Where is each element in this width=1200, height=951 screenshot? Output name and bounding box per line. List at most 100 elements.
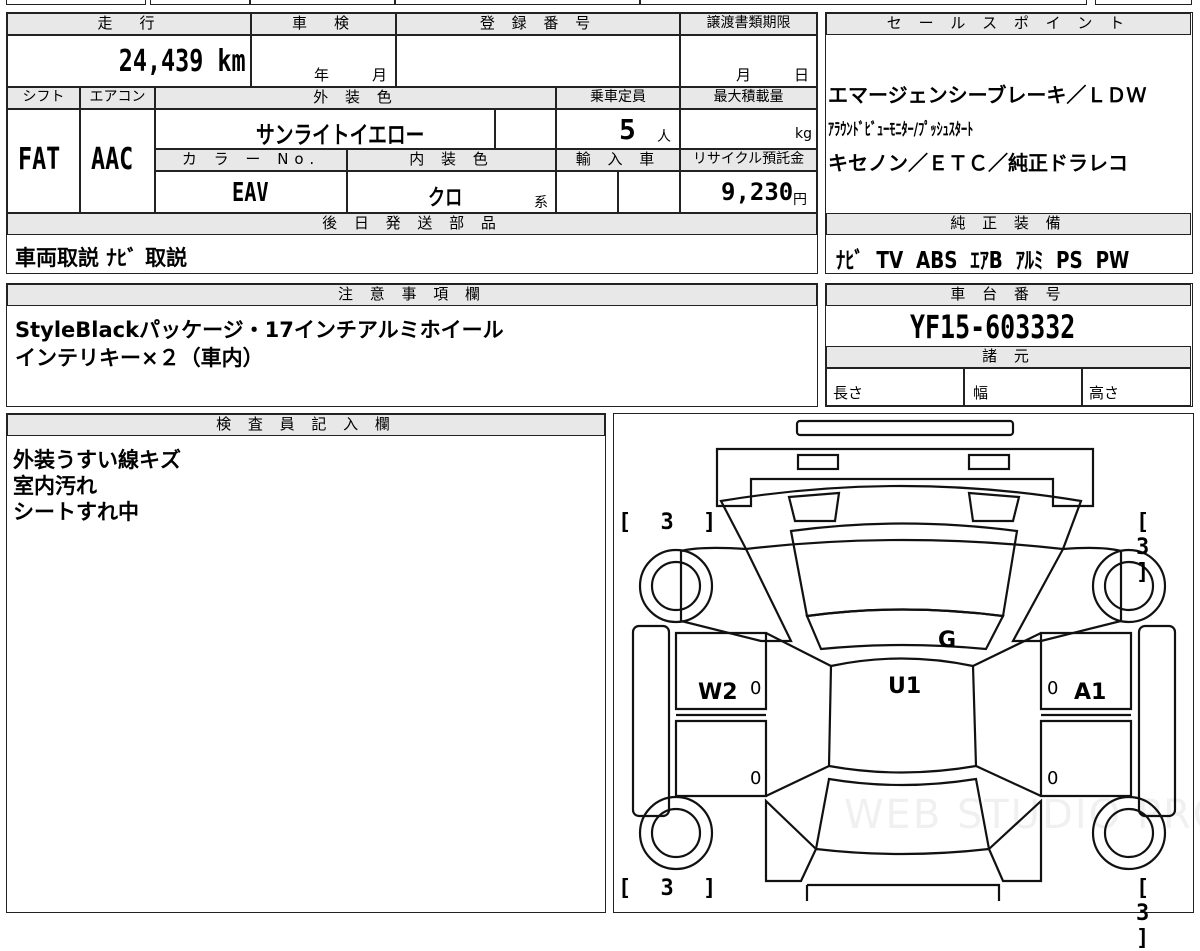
top-partial-cell xyxy=(250,0,395,5)
tire-rear-left: [ 3 ] xyxy=(618,876,725,901)
notes-box: 注 意 事 項 欄 StyleBlackパッケージ・17インチアルミホイール イ… xyxy=(6,283,818,407)
car-diagram-box: [ 3 ] [ 3 ] [ 3 ] [ 3 ] G U1 W2 A1 0 0 0… xyxy=(613,413,1200,951)
spec-height-cell: 高さ xyxy=(1082,368,1191,406)
damage-mark-w2: W2 xyxy=(698,680,738,705)
spec-length-cell: 長さ xyxy=(826,368,964,406)
tire-rear-right: [ 3 ] xyxy=(1136,876,1158,951)
notes-line-1: StyleBlackパッケージ・17インチアルミホイール xyxy=(15,318,504,342)
color-no-value: EAV xyxy=(232,178,269,208)
max-load-header: 最大積載量 xyxy=(680,87,817,109)
interior-color-value: クロ xyxy=(428,186,463,211)
equipment-header: 純 正 装 備 xyxy=(826,213,1191,235)
top-partial-strip xyxy=(0,0,1200,6)
inspection-year-unit: 年 xyxy=(314,66,330,84)
recycle-value: 9,230 xyxy=(721,178,794,206)
later-shipping-text: 車両取説 ﾅﾋﾞ 取説 xyxy=(15,246,188,270)
import-cell-left xyxy=(556,171,618,213)
spec-width-label: 幅 xyxy=(973,384,989,402)
inspection-cell: 年 月 xyxy=(251,35,396,87)
damage-mark-a1: A1 xyxy=(1074,680,1107,705)
sales-point-line-3: キセノン／ＥＴＣ／純正ドラレコ xyxy=(828,151,1128,175)
inspector-header: 検 査 員 記 入 欄 xyxy=(7,414,605,436)
exterior-color-extra-cell xyxy=(495,109,556,149)
spec-length-label: 長さ xyxy=(833,384,864,402)
capacity-header: 乗車定員 xyxy=(556,87,680,109)
sales-points-box: セ ー ル ス ポ イ ン ト エマージェンシーブレーキ／ＬＤＷ ｱﾗｳﾝﾄﾞﾋ… xyxy=(825,12,1193,274)
capacity-cell: 5 人 xyxy=(556,109,680,149)
interior-color-cell: クロ 系 xyxy=(347,171,556,213)
recycle-cell: 9,230 円 xyxy=(680,171,817,213)
equip-tv: TV xyxy=(876,248,904,274)
mileage-cell: 24,439 km xyxy=(7,35,251,87)
sales-point-line-1: エマージェンシーブレーキ／ＬＤＷ xyxy=(828,83,1147,107)
chassis-box: 車 台 番 号 YF15-603332 諸 元 長さ 幅 高さ xyxy=(825,283,1193,407)
equip-alloy: ｱﾙﾐ xyxy=(1015,248,1044,274)
shift-header: シフト xyxy=(7,87,80,109)
shift-cell: FAT xyxy=(7,109,80,213)
sales-points-header: セ ー ル ス ポ イ ン ト xyxy=(826,13,1191,35)
registration-cell xyxy=(396,35,680,87)
aircon-cell: AAC xyxy=(80,109,155,213)
transfer-deadline-cell: 月 日 xyxy=(680,35,817,87)
equip-airbag: ｴｱB xyxy=(970,248,1003,274)
inspector-line-3: シートすれ中 xyxy=(13,500,139,524)
inspection-header: 車 検 xyxy=(251,13,396,35)
inspection-month-unit: 月 xyxy=(372,66,388,84)
interior-color-header: 内 装 色 xyxy=(347,149,556,171)
deadline-day-unit: 日 xyxy=(794,66,810,84)
mileage-value: 24,439 km xyxy=(119,44,246,79)
equip-navi: ﾅﾋﾞ xyxy=(836,248,864,274)
import-cell-right xyxy=(618,171,680,213)
exterior-color-cell: サンライトイエロー xyxy=(155,109,495,149)
top-partial-cell xyxy=(1095,0,1192,5)
specs-header: 諸 元 xyxy=(826,346,1191,368)
top-partial-cell xyxy=(640,0,1087,5)
zero-mark-left-front: 0 xyxy=(750,678,762,699)
zero-mark-left-rear: 0 xyxy=(750,768,762,789)
equipment-list: ﾅﾋﾞ TV ABS ｴｱB ｱﾙﾐ PS PW xyxy=(836,241,1200,275)
spec-height-label: 高さ xyxy=(1089,384,1120,402)
zero-mark-right-rear: 0 xyxy=(1047,768,1059,789)
color-no-header: カ ラ ー No. xyxy=(155,149,347,171)
damage-mark-u1: U1 xyxy=(888,674,922,699)
max-load-cell: kg xyxy=(680,109,817,149)
max-load-unit: kg xyxy=(795,126,812,142)
equipment-items: ﾅﾋﾞ TV ABS ｴｱB ｱﾙﾐ PS PW xyxy=(836,241,1129,275)
equip-ps: PS xyxy=(1056,248,1083,274)
spec-width-cell: 幅 xyxy=(964,368,1082,406)
inspector-box: 検 査 員 記 入 欄 外装うすい線キズ 室内汚れ シートすれ中 xyxy=(6,413,606,913)
aircon-header: エアコン xyxy=(80,87,155,109)
import-header: 輸 入 車 xyxy=(556,149,680,171)
mileage-header: 走 行 xyxy=(7,13,251,35)
deadline-month-unit: 月 xyxy=(736,66,752,84)
tire-front-left: [ 3 ] xyxy=(618,510,725,535)
vehicle-info-table: 走 行 車 検 登 録 番 号 譲渡書類期限 24,439 km 年 月 月 日… xyxy=(6,12,818,274)
notes-header: 注 意 事 項 欄 xyxy=(7,284,817,306)
notes-line-2: インテリキー×２（車内） xyxy=(15,346,264,370)
chassis-header: 車 台 番 号 xyxy=(826,284,1191,306)
equip-pw: PW xyxy=(1095,248,1130,274)
top-partial-cell xyxy=(395,0,640,5)
tire-front-right: [ 3 ] xyxy=(1136,510,1158,585)
damage-mark-g: G xyxy=(938,628,957,653)
color-no-cell: EAV xyxy=(155,171,347,213)
shift-value: FAT xyxy=(18,142,61,177)
transfer-deadline-header: 譲渡書類期限 xyxy=(680,13,817,35)
aircon-value: AAC xyxy=(91,142,134,177)
exterior-color-header: 外 装 色 xyxy=(155,87,556,109)
chassis-number: YF15-603332 xyxy=(910,308,1076,346)
equip-abs: ABS xyxy=(916,248,958,274)
later-shipping-header: 後 日 発 送 部 品 xyxy=(7,213,817,235)
capacity-unit: 人 xyxy=(657,129,671,145)
registration-header: 登 録 番 号 xyxy=(396,13,680,35)
interior-color-suffix: 系 xyxy=(534,195,548,211)
capacity-value: 5 xyxy=(619,113,636,146)
sales-point-line-2: ｱﾗｳﾝﾄﾞﾋﾞｭｰﾓﾆﾀｰ/ﾌﾟｯｼｭｽﾀｰﾄ xyxy=(828,120,974,140)
top-partial-cell xyxy=(6,0,146,5)
recycle-header: リサイクル預託金 xyxy=(680,149,817,171)
watermark: WEB STUDIO PRO xyxy=(844,792,1200,838)
recycle-unit: 円 xyxy=(793,192,807,208)
exterior-color-value: サンライトイエロー xyxy=(256,121,425,149)
zero-mark-right-front: 0 xyxy=(1047,678,1059,699)
top-partial-cell xyxy=(150,0,250,5)
